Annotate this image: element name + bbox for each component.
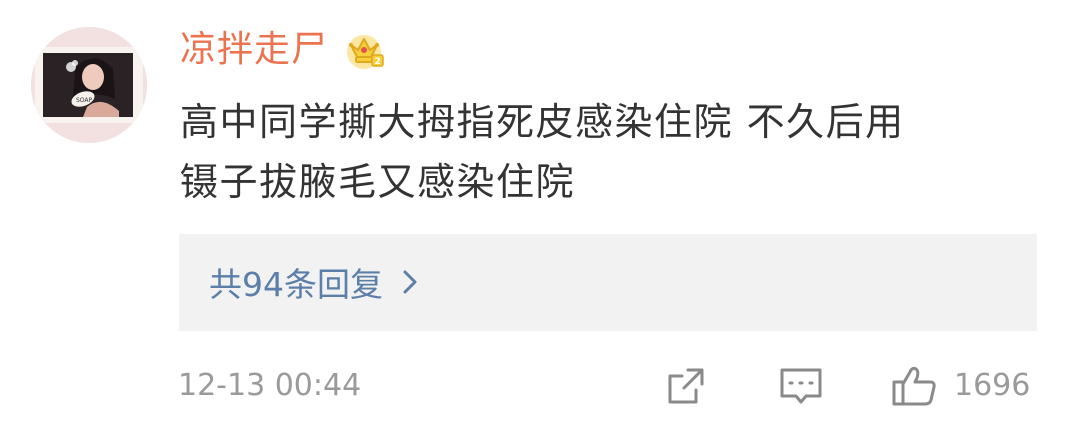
like-count: 1696: [954, 368, 1031, 403]
crown-icon[interactable]: 2: [342, 28, 386, 72]
username[interactable]: 凉拌走尸: [180, 26, 328, 74]
comment-text: 高中同学撕大拇指死皮感染住院 不久后用 镊子拔腋毛又感染住院: [180, 92, 1040, 212]
like-button[interactable]: 1696: [890, 364, 1030, 408]
comment-text-line-1: 高中同学撕大拇指死皮感染住院 不久后用: [180, 100, 905, 144]
chevron-right-icon: [403, 270, 417, 294]
thumbs-up-icon: [892, 366, 936, 406]
replies-label: 共94条回复: [209, 265, 383, 304]
comment-text-line-2: 镊子拔腋毛又感染住院: [180, 160, 576, 204]
svg-text:2: 2: [375, 57, 381, 67]
avatar[interactable]: SOAP: [31, 27, 147, 143]
comment-footer: 12-13 00:44 1696: [178, 360, 1038, 412]
forward-icon: [668, 368, 704, 404]
comment-button[interactable]: [778, 364, 824, 412]
username-row: 凉拌走尸 2: [180, 26, 386, 74]
avatar-image: SOAP: [31, 27, 147, 143]
comment-card: SOAP 凉拌走尸 2 高中同学撕大拇指死皮感染住院 不久后用 镊子拔腋毛又感染住…: [0, 0, 1071, 429]
forward-button[interactable]: [664, 364, 708, 412]
timestamp: 12-13 00:44: [178, 368, 362, 403]
svg-text:SOAP: SOAP: [76, 97, 93, 104]
view-replies-link[interactable]: 共94条回复: [209, 256, 419, 308]
replies-panel: 共94条回复: [179, 234, 1037, 331]
comment-icon: [780, 368, 822, 404]
